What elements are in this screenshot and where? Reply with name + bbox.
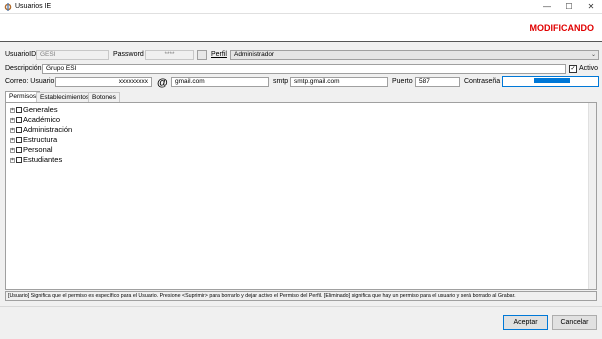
password-toggle-button[interactable] bbox=[197, 50, 207, 60]
expand-icon[interactable]: + bbox=[10, 117, 15, 123]
chevron-down-icon: ⌄ bbox=[590, 52, 596, 58]
tree-node-estudiantes[interactable]: + Estudiantes bbox=[10, 155, 62, 165]
descripcion-field[interactable]: Grupo ESI bbox=[42, 64, 566, 74]
activo-checkbox[interactable]: ✓ bbox=[569, 65, 577, 73]
password-field[interactable]: **** bbox=[145, 50, 194, 60]
usuario-id-label: UsuarioID bbox=[5, 51, 37, 58]
tree-node-label: Académico bbox=[23, 115, 61, 124]
tree-node-academico[interactable]: + Académico bbox=[10, 115, 60, 125]
tree-node-label: Administración bbox=[23, 125, 73, 134]
puerto-field[interactable]: 587 bbox=[415, 77, 460, 87]
tree-node-label: Personal bbox=[23, 145, 53, 154]
cancel-button[interactable]: Cancelar bbox=[552, 315, 597, 330]
at-symbol: @ bbox=[157, 77, 168, 89]
tree-node-label: Estructura bbox=[23, 135, 58, 144]
minimize-button[interactable]: — bbox=[536, 0, 558, 14]
tab-permisos[interactable]: Permisos bbox=[5, 91, 41, 102]
expand-icon[interactable]: + bbox=[10, 107, 15, 113]
tree-node-administracion[interactable]: + Administración bbox=[10, 125, 72, 135]
maximize-button[interactable]: ☐ bbox=[558, 0, 580, 14]
title-bar: Usuarios IE — ☐ ✕ bbox=[0, 0, 602, 14]
tree-node-checkbox[interactable] bbox=[16, 127, 22, 134]
tree-node-checkbox[interactable] bbox=[16, 157, 22, 164]
tree-scrollbar[interactable] bbox=[588, 103, 596, 289]
header-band: MODIFICANDO bbox=[0, 14, 602, 42]
tree-node-estructura[interactable]: + Estructura bbox=[10, 135, 57, 145]
close-button[interactable]: ✕ bbox=[580, 0, 602, 14]
perfil-dropdown[interactable]: Administrador ⌄ bbox=[230, 50, 599, 60]
correo-usuario-label: Correo: Usuario bbox=[5, 78, 55, 85]
perfil-label: Perfil bbox=[211, 51, 227, 58]
correo-usuario-field[interactable]: xxxxxxxxx bbox=[55, 77, 152, 87]
tab-botones[interactable]: Botones bbox=[88, 92, 120, 102]
smtp-label: smtp bbox=[273, 78, 289, 85]
tree-node-checkbox[interactable] bbox=[16, 117, 22, 124]
expand-icon[interactable]: + bbox=[10, 127, 15, 133]
tree-node-checkbox[interactable] bbox=[16, 137, 22, 144]
tree-node-checkbox[interactable] bbox=[16, 147, 22, 154]
correo-domain-field[interactable]: gmail.com bbox=[171, 77, 269, 87]
descripcion-label: Descripción bbox=[5, 65, 42, 72]
tree-node-generales[interactable]: + Generales bbox=[10, 105, 58, 115]
password-selection-highlight bbox=[534, 78, 570, 83]
expand-icon[interactable]: + bbox=[10, 157, 15, 163]
tree-node-label: Generales bbox=[23, 105, 58, 114]
tab-establecimientos[interactable]: Establecimientos bbox=[36, 92, 94, 102]
contrasena-label: Contraseña bbox=[464, 78, 501, 85]
tree-node-label: Estudiantes bbox=[23, 155, 63, 164]
permissions-tree[interactable]: + Generales + Académico + Administración + E… bbox=[5, 102, 597, 290]
permissions-info-text: [Usuario] Significa que el permiso es es… bbox=[5, 291, 597, 301]
usuario-id-field[interactable]: GESI bbox=[36, 50, 109, 60]
window-title: Usuarios IE bbox=[15, 3, 52, 10]
activo-label: Activo bbox=[579, 65, 599, 72]
tree-node-personal[interactable]: + Personal bbox=[10, 145, 53, 155]
puerto-label: Puerto bbox=[392, 78, 413, 85]
tree-node-checkbox[interactable] bbox=[16, 107, 22, 114]
smtp-field[interactable]: smtp.gmail.com bbox=[290, 77, 388, 87]
perfil-selected-value: Administrador bbox=[234, 51, 275, 58]
gear-wrench-icon bbox=[4, 3, 12, 11]
accept-button[interactable]: Aceptar bbox=[503, 315, 548, 330]
password-label: Password bbox=[113, 51, 144, 58]
mode-status-label: MODIFICANDO bbox=[529, 23, 595, 33]
expand-icon[interactable]: + bbox=[10, 137, 15, 143]
expand-icon[interactable]: + bbox=[10, 147, 15, 153]
